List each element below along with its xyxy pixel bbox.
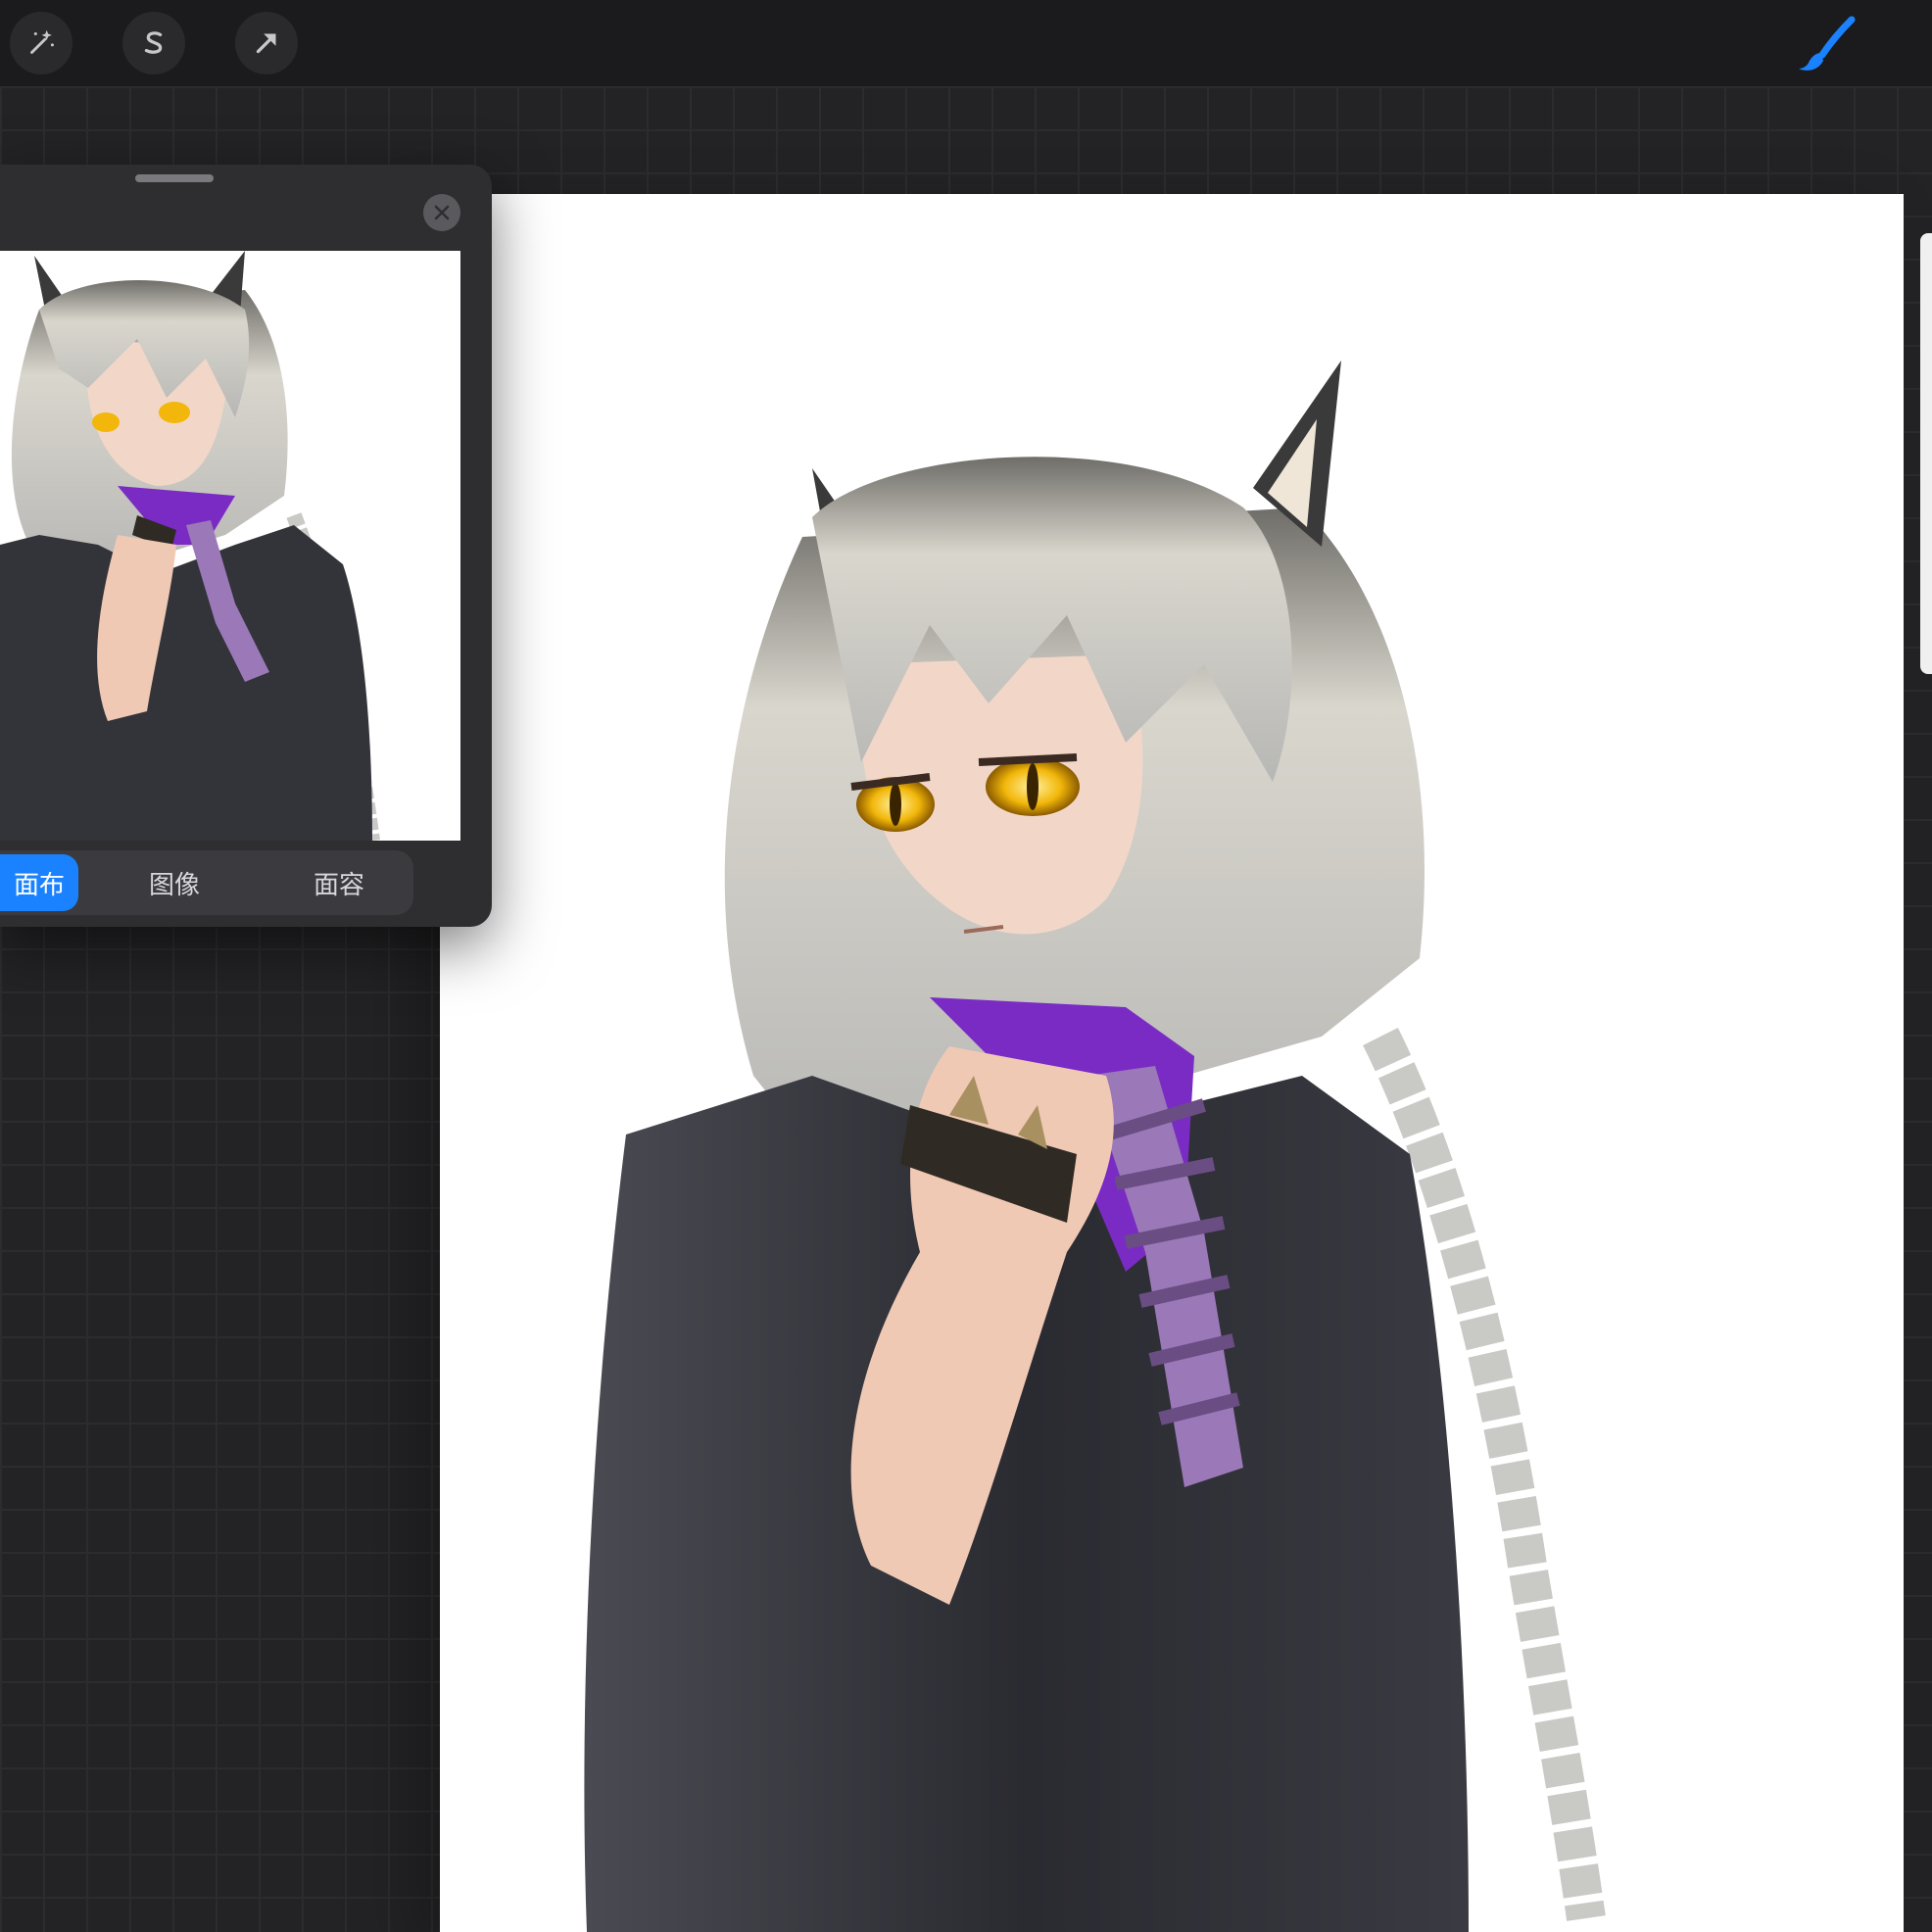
tab-canvas[interactable]: 面布: [0, 854, 78, 911]
brush-icon: [1799, 16, 1856, 71]
transform-arrow-icon: [256, 33, 276, 54]
close-button[interactable]: [423, 194, 460, 231]
reference-mode-tabs: 面布 图像 面容: [0, 850, 413, 915]
reference-panel: 面布 图像 面容: [0, 165, 492, 927]
selection-button[interactable]: [122, 12, 185, 74]
reference-thumbnail-artwork: [0, 251, 380, 841]
brush-button[interactable]: [1795, 16, 1860, 74]
character-artwork: [584, 361, 1606, 1932]
magic-wand-icon: [30, 29, 54, 54]
tab-image[interactable]: 图像: [106, 854, 243, 911]
brush-size-slider[interactable]: [1920, 233, 1932, 674]
reference-image: [0, 251, 460, 841]
tab-face-label: 面容: [313, 870, 364, 900]
selection-s-icon: [144, 31, 163, 54]
drawing-canvas[interactable]: [440, 194, 1904, 1932]
transform-button[interactable]: [235, 12, 298, 74]
panel-drag-handle[interactable]: [135, 174, 214, 182]
tab-image-label: 图像: [148, 870, 200, 900]
tab-face[interactable]: 面容: [270, 854, 408, 911]
tab-canvas-label: 面布: [13, 870, 65, 900]
magic-wand-button[interactable]: [10, 12, 72, 74]
close-icon: [434, 205, 450, 220]
top-toolbar: [0, 0, 1932, 86]
